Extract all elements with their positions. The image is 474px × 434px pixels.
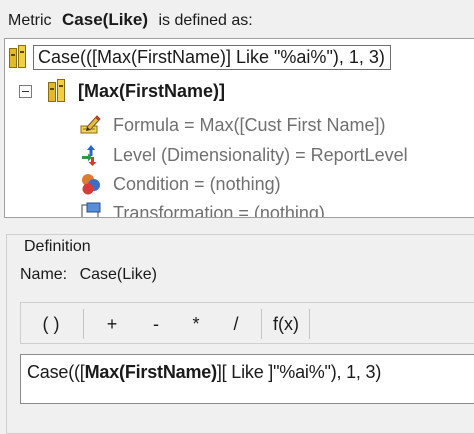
toolbar-separator: [83, 309, 84, 339]
name-label: Name:: [20, 266, 68, 283]
tree-property-formula[interactable]: Formula = Max([Cust First Name]): [79, 111, 386, 139]
divide-button[interactable]: /: [221, 311, 251, 337]
tree-root-label: Case(([Max(FirstName)] Like "%ai%"), 1, …: [33, 44, 391, 70]
metric-icon: [46, 79, 68, 103]
minus-button[interactable]: -: [141, 311, 171, 337]
property-label: Transformation = (nothing): [113, 202, 325, 218]
metric-name: Case(Like): [62, 10, 148, 29]
formula-toolbar: ( ) + - * / f(x): [20, 302, 474, 344]
multiply-button[interactable]: *: [181, 311, 211, 337]
property-label: Condition = (nothing): [113, 173, 281, 194]
tree-property-condition[interactable]: Condition = (nothing): [79, 170, 281, 198]
header-prefix: Metric: [8, 12, 52, 29]
tree-root-node[interactable]: Case(([Max(FirstName)] Like "%ai%"), 1, …: [7, 43, 391, 71]
header-suffix: is defined as:: [158, 12, 253, 29]
parentheses-button[interactable]: ( ): [31, 311, 71, 337]
definition-panel: Definition Name: Case(Like) ( ) + - * / …: [0, 222, 474, 434]
property-label: Level (Dimensionality) = ReportLevel: [113, 144, 408, 165]
tree-child-label: [Max(FirstName)]: [78, 80, 226, 101]
level-arrows-icon: [82, 145, 97, 166]
plus-button[interactable]: +: [97, 311, 127, 337]
collapse-toggle-icon[interactable]: [19, 84, 32, 98]
condition-shapes-icon: [82, 174, 100, 195]
tree-child-node[interactable]: [Max(FirstName)]: [19, 77, 225, 105]
property-label: Formula = Max([Cust First Name]): [113, 114, 386, 135]
transformation-icon: [81, 202, 101, 217]
definition-group-title: Definition: [20, 238, 95, 256]
metric-header: Metric Case(Like) is defined as:: [8, 10, 253, 31]
expression-part: Case(([: [27, 362, 85, 382]
expression-editor[interactable]: Case(([Max(FirstName)][ Like ]"%ai%"), 1…: [20, 354, 474, 404]
name-value: Case(Like): [79, 266, 157, 283]
name-row: Name: Case(Like): [20, 266, 157, 284]
formula-pencil-icon: [80, 115, 101, 134]
function-button[interactable]: f(x): [269, 311, 303, 337]
expression-part-bold: Max(FirstName): [84, 362, 217, 382]
metric-icon: [7, 45, 29, 69]
toolbar-separator: [309, 309, 310, 339]
tree-property-transformation[interactable]: Transformation = (nothing): [79, 199, 325, 218]
toolbar-separator: [261, 309, 262, 339]
expression-part: ][ Like ]"%ai%"), 1, 3): [216, 362, 382, 382]
tree-property-level[interactable]: Level (Dimensionality) = ReportLevel: [79, 141, 408, 169]
metric-definition-tree[interactable]: Case(([Max(FirstName)] Like "%ai%"), 1, …: [4, 38, 474, 218]
